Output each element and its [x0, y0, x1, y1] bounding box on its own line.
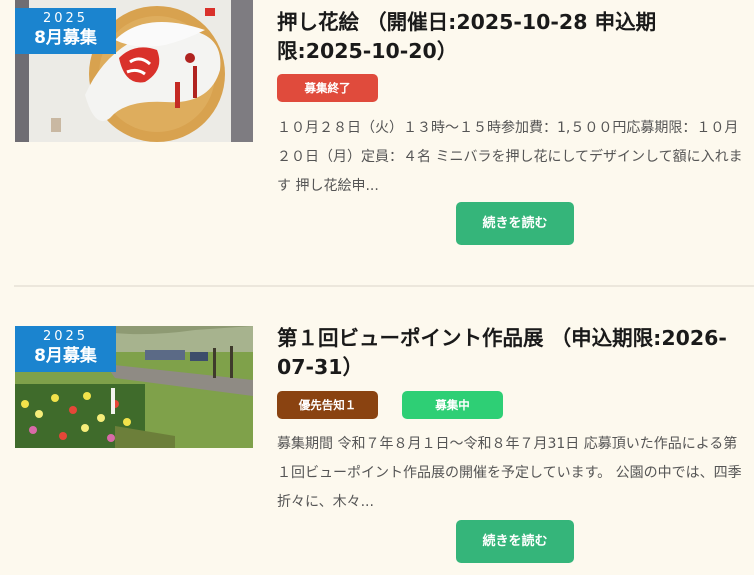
post-card: 2025 8月募集 第１回ビューポイント作品展 （申込期限:2026-07-31… [0, 288, 754, 575]
post-excerpt: １０月２８日（火）１３時〜１５時参加費：1,５００円応募期限：１０月２０日（月）… [277, 120, 743, 194]
recruit-month-badge: 2025 8月募集 [15, 326, 116, 372]
post-title[interactable]: 押し花絵 （開催日:2025-10-28 申込期限:2025-10-20） [277, 8, 742, 66]
post-divider [14, 285, 754, 287]
status-badge-priority: 優先告知１ [277, 391, 378, 419]
status-badge-closed: 募集終了 [277, 74, 378, 102]
post-title[interactable]: 第１回ビューポイント作品展 （申込期限:2026-07-31） [277, 324, 742, 382]
read-more-button[interactable]: 続きを読む [456, 520, 574, 563]
badge-year: 2025 [42, 11, 89, 26]
badge-month: 8月募集 [34, 28, 97, 48]
status-badge-open: 募集中 [402, 391, 503, 419]
badge-month: 8月募集 [34, 346, 97, 366]
badge-year: 2025 [42, 329, 89, 344]
post-card: 2025 8月募集 押し花絵 （開催日:2025-10-28 申込期限:2025… [0, 0, 754, 285]
read-more-button[interactable]: 続きを読む [456, 202, 574, 245]
recruit-month-badge: 2025 8月募集 [15, 8, 116, 54]
post-excerpt: 募集期間 令和７年８月１日〜令和８年７月31日 応募頂いた作品による第１回ビュー… [277, 436, 742, 510]
